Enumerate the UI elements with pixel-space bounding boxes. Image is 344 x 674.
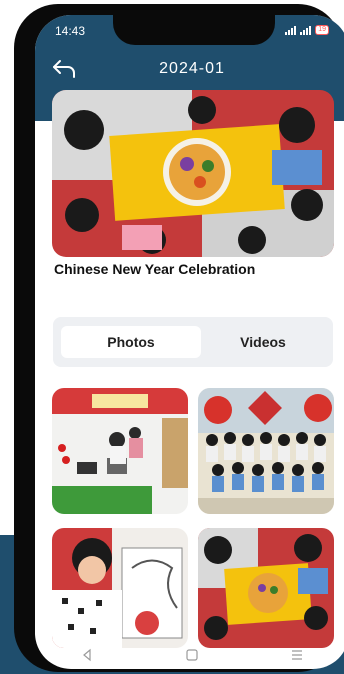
gallery-photo-3-image bbox=[52, 528, 188, 648]
tab-photos[interactable]: Photos bbox=[61, 326, 201, 358]
home-square-icon[interactable] bbox=[184, 647, 200, 663]
gallery-photo-2[interactable] bbox=[198, 388, 334, 514]
gallery-photo-3[interactable] bbox=[52, 528, 188, 648]
camera-notch bbox=[113, 15, 275, 45]
gallery-photo-1[interactable] bbox=[52, 388, 188, 514]
tab-videos[interactable]: Videos bbox=[201, 326, 325, 358]
signal-icon bbox=[285, 25, 297, 35]
battery-icon: 19 bbox=[315, 25, 329, 35]
phone-frame: 14:43 19 2024-01 Chinese New Year Celebr… bbox=[14, 4, 344, 672]
gallery-photo-4[interactable] bbox=[198, 528, 334, 648]
hero-photo[interactable] bbox=[52, 90, 334, 257]
hero-photo-image bbox=[52, 90, 334, 257]
signal-icon-2 bbox=[300, 25, 312, 35]
event-title: Chinese New Year Celebration bbox=[54, 261, 256, 277]
battery-level: 19 bbox=[318, 26, 326, 33]
status-icons: 19 bbox=[285, 25, 329, 35]
gallery-photo-1-image bbox=[52, 388, 188, 514]
page-title: 2024-01 bbox=[159, 60, 225, 77]
menu-lines-icon[interactable] bbox=[289, 647, 305, 663]
system-nav-bar bbox=[35, 640, 344, 669]
back-triangle-icon[interactable] bbox=[79, 647, 95, 663]
media-tabs: Photos Videos bbox=[53, 317, 333, 367]
gallery-photo-2-image bbox=[198, 388, 334, 514]
gallery-photo-4-image bbox=[198, 528, 334, 648]
status-time: 14:43 bbox=[55, 24, 86, 38]
app-screen: 14:43 19 2024-01 Chinese New Year Celebr… bbox=[35, 15, 344, 669]
